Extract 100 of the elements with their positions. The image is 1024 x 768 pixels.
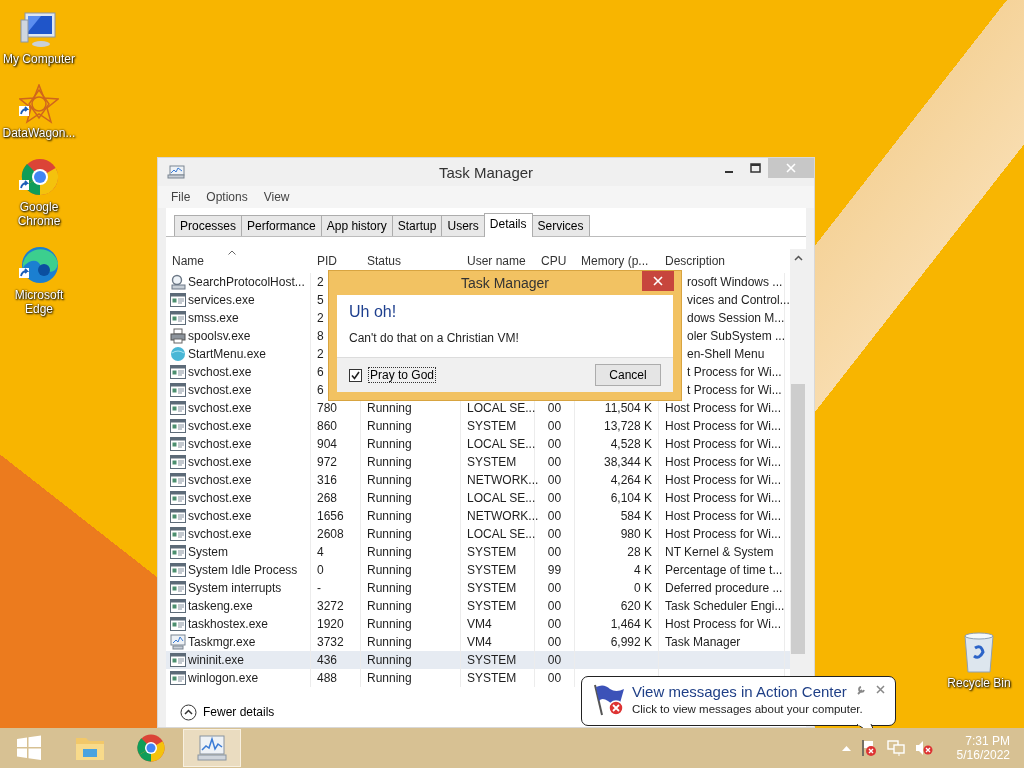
table-row[interactable]: svchost.exe 904 Running LOCAL SE... 00 4,528 K Host Process for Wi... [166,435,790,453]
network-icon[interactable] [886,740,905,756]
menu-item[interactable]: File [171,190,191,204]
table-cell: 1920 [311,615,361,633]
table-cell: Running [361,471,461,489]
table-cell: 00 [535,615,575,633]
tab[interactable]: Services [531,215,590,236]
table-row[interactable]: taskhostex.exe 1920 Running VM4 00 1,464 K Host Process for Wi... [166,615,790,633]
application-icon [170,544,186,560]
application-icon [170,364,186,380]
table-cell: VM4 [461,615,535,633]
sort-caret-icon [228,250,236,255]
process-name: svchost.exe [188,418,252,435]
table-cell: 99 [535,561,575,579]
scroll-thumb[interactable] [791,384,805,654]
table-cell: 00 [535,543,575,561]
notification-title[interactable]: View messages in Action Center [632,683,863,700]
close-button[interactable] [876,685,885,695]
application-icon [170,454,186,470]
application-icon [170,670,186,686]
table-cell: Running [361,579,461,597]
table-cell: Deferred procedure ... [659,579,785,597]
process-name: svchost.exe [188,364,252,381]
menu-item[interactable]: Options [206,190,248,204]
column-header[interactable]: Memory (p... [575,254,659,268]
table-cell: SYSTEM [461,417,535,435]
table-row[interactable]: svchost.exe 972 Running SYSTEM 00 38,344 K Host Process for Wi... [166,453,790,471]
close-button[interactable] [642,271,674,291]
cancel-button[interactable]: Cancel [595,364,661,386]
tab[interactable]: App history [320,215,393,236]
notification-toast[interactable]: View messages in Action Center Click to view messages about your computer. [581,676,896,726]
table-row[interactable]: taskeng.exe 3272 Running SYSTEM 00 620 K Task Scheduler Engi... [166,597,790,615]
process-name: svchost.exe [188,490,252,507]
table-cell: 13,728 K [575,417,659,435]
table-cell: 4,264 K [575,471,659,489]
column-header[interactable]: CPU [535,254,575,268]
tab[interactable]: Startup [391,215,443,236]
table-cell: Host Process for Wi... [659,489,785,507]
application-icon [170,580,186,596]
table-row[interactable]: System Idle Process 0 Running SYSTEM 99 4 K Percentage of time t... [166,561,790,579]
table-cell: Running [361,615,461,633]
table-cell: 2608 [311,525,361,543]
application-icon [170,562,186,578]
table-row[interactable]: svchost.exe 2608 Running LOCAL SE... 00 980 K Host Process for Wi... [166,525,790,543]
table-cell: 488 [311,669,361,687]
muted-speaker-icon[interactable] [914,740,933,756]
application-icon [170,436,186,452]
application-icon [170,418,186,434]
table-cell: SYSTEM [461,669,535,687]
table-row[interactable]: svchost.exe 860 Running SYSTEM 00 13,728 K Host Process for Wi... [166,417,790,435]
column-header[interactable]: User name [461,254,535,268]
table-row[interactable]: wininit.exe 436 Running SYSTEM 00 [166,651,790,669]
flag-icon[interactable] [860,739,877,757]
globe-icon [170,346,186,362]
tab[interactable]: Performance [241,215,322,236]
table-cell: 00 [535,579,575,597]
table-cell: 0 [311,561,361,579]
column-header[interactable]: PID [311,254,361,268]
process-name: svchost.exe [188,472,252,489]
table-cell: 980 K [575,525,659,543]
notification-text: Click to view messages about your computer. [632,703,863,715]
column-header[interactable]: Name [166,254,204,268]
table-cell: Host Process for Wi... [659,507,785,525]
table-cell: 6,104 K [575,489,659,507]
process-name: wininit.exe [188,652,245,669]
wrench-button[interactable] [856,685,866,695]
table-cell: 00 [535,489,575,507]
table-row[interactable]: svchost.exe 316 Running NETWORK... 00 4,264 K Host Process for Wi... [166,471,790,489]
table-cell: Host Process for Wi... [659,471,785,489]
table-cell: 4,528 K [575,435,659,453]
process-name: taskhostex.exe [188,616,269,633]
process-name: svchost.exe [188,436,252,453]
process-name: System Idle Process [188,562,298,579]
menu-item[interactable]: View [263,190,290,204]
table-cell: LOCAL SE... [461,525,535,543]
table-row[interactable]: svchost.exe 1656 Running NETWORK... 00 584 K Host Process for Wi... [166,507,790,525]
scroll-up-icon[interactable] [793,255,803,261]
table-cell: Running [361,453,461,471]
window-title: Task Manager [438,163,534,181]
table-row[interactable]: svchost.exe 268 Running LOCAL SE... 00 6,104 K Host Process for Wi... [166,489,790,507]
table-cell: Running [361,525,461,543]
table-row[interactable]: System 4 Running SYSTEM 00 28 K NT Kernel & System [166,543,790,561]
tab[interactable]: Processes [174,215,243,236]
process-name: taskeng.exe [188,598,253,615]
taskbar-button[interactable] [183,729,241,767]
tab[interactable]: Details [483,213,533,237]
column-header[interactable]: Description [659,254,785,268]
table-cell: Host Process for Wi... [659,615,785,633]
fewer-details-button[interactable]: Fewer details [180,703,275,721]
process-name: winlogon.exe [188,670,259,687]
table-row[interactable]: System interrupts - Running SYSTEM 00 0 K Deferred procedure ... [166,579,790,597]
windows-logo-icon [16,735,42,761]
process-name: svchost.exe [188,454,252,471]
tab[interactable]: Users [441,215,485,236]
table-cell: Running [361,543,461,561]
table-cell: Host Process for Wi... [659,417,785,435]
table-cell: 584 K [575,507,659,525]
show-hidden-icons-icon[interactable] [841,745,851,751]
column-header[interactable]: Status [361,254,461,268]
table-cell: 4 K [575,561,659,579]
